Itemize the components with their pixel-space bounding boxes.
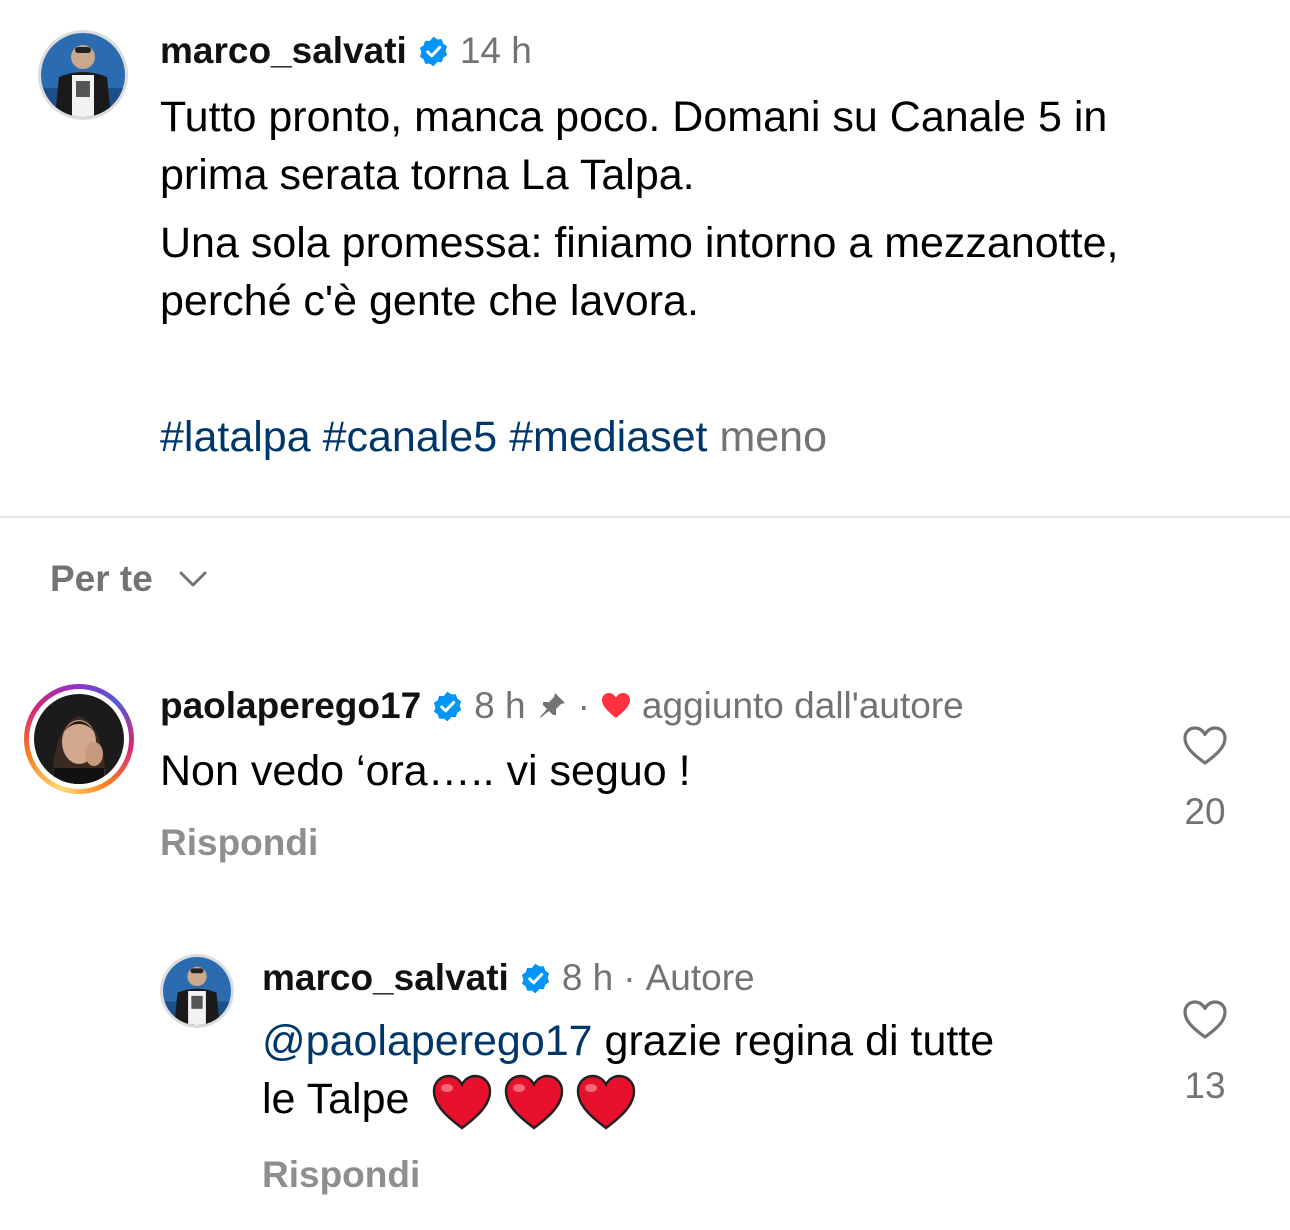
hashtag-mediaset[interactable]: #mediaset bbox=[509, 413, 707, 461]
reply-header: marco_salvati 8 h · Autore bbox=[262, 954, 755, 1002]
heart-outline-icon[interactable] bbox=[1181, 722, 1229, 770]
profile-photo-marco bbox=[163, 957, 231, 1025]
hashtag-latalpa[interactable]: #latalpa bbox=[160, 413, 311, 461]
comment-time: 8 h bbox=[474, 685, 526, 726]
comments-screen: marco_salvati 14 h Tutto pronto, manca p… bbox=[0, 0, 1290, 1230]
mention-link[interactable]: @paolaperego17 bbox=[262, 1017, 593, 1065]
caption-text: Tutto pronto, manca poco. Domani su Cana… bbox=[160, 88, 1260, 204]
chevron-down-icon bbox=[179, 571, 207, 587]
caption-line-2: prima serata torna La Talpa. bbox=[160, 151, 695, 199]
reply-button[interactable]: Rispondi bbox=[160, 822, 318, 864]
caption-hashtags: #latalpa #canale5 #mediaset meno bbox=[160, 408, 827, 466]
sort-label: Per te bbox=[50, 558, 153, 599]
caption-paragraph-2: Una sola promessa: finiamo intorno a mez… bbox=[160, 214, 1260, 330]
red-heart-emoji-icon bbox=[577, 1074, 636, 1130]
caption-time: 14 h bbox=[459, 30, 532, 71]
separator-dot: · bbox=[623, 957, 636, 998]
caption-username[interactable]: marco_salvati bbox=[160, 26, 407, 76]
caption-line-3: Una sola promessa: finiamo intorno a mez… bbox=[160, 219, 1119, 267]
caption-line-1: Tutto pronto, manca poco. Domani su Cana… bbox=[160, 93, 1108, 141]
reply-username[interactable]: marco_salvati bbox=[262, 954, 509, 1002]
reply-button[interactable]: Rispondi bbox=[262, 1154, 420, 1196]
reply-text: @paolaperego17 grazie regina di tutte le… bbox=[262, 1012, 1142, 1131]
reply-text-line2: le Talpe bbox=[262, 1075, 410, 1123]
like-count: 20 bbox=[1184, 791, 1226, 832]
red-heart-emoji-icon bbox=[505, 1074, 564, 1130]
less-link[interactable]: meno bbox=[719, 413, 827, 461]
profile-photo-paola bbox=[34, 694, 124, 784]
verified-badge-icon bbox=[419, 36, 447, 66]
separator-dot: · bbox=[577, 685, 590, 726]
verified-badge-icon bbox=[521, 963, 549, 993]
caption-header: marco_salvati 14 h bbox=[160, 26, 532, 76]
heart-outline-icon[interactable] bbox=[1181, 996, 1229, 1044]
heart-filled-icon bbox=[601, 693, 630, 718]
reply-avatar-marco[interactable] bbox=[160, 954, 234, 1028]
divider bbox=[0, 516, 1290, 518]
pin-icon bbox=[538, 693, 565, 719]
emoji-hearts bbox=[431, 1073, 637, 1131]
author-label: Autore bbox=[645, 957, 755, 998]
sort-dropdown[interactable]: Per te bbox=[50, 556, 211, 602]
comment-username[interactable]: paolaperego17 bbox=[160, 682, 421, 730]
reply-text-part: grazie regina di tutte bbox=[592, 1017, 995, 1065]
caption-line-4: perché c'è gente che lavora. bbox=[160, 277, 699, 325]
comment-avatar-paola[interactable] bbox=[24, 684, 134, 794]
red-heart-emoji-icon bbox=[433, 1074, 492, 1130]
reply-like: 13 bbox=[1160, 996, 1250, 1106]
caption-avatar[interactable] bbox=[38, 30, 128, 120]
like-count: 13 bbox=[1184, 1065, 1226, 1106]
comment-header: paolaperego17 8 h · aggiunto dall'autore bbox=[160, 682, 964, 730]
author-like-label: aggiunto dall'autore bbox=[641, 685, 964, 726]
reply-time: 8 h bbox=[561, 957, 614, 998]
comment-like: 20 bbox=[1160, 722, 1250, 832]
comment-text: Non vedo ‘ora….. vi seguo ! bbox=[160, 747, 691, 795]
hashtag-canale5[interactable]: #canale5 bbox=[323, 413, 498, 461]
verified-badge-icon bbox=[434, 691, 462, 721]
profile-photo-marco bbox=[41, 33, 125, 117]
